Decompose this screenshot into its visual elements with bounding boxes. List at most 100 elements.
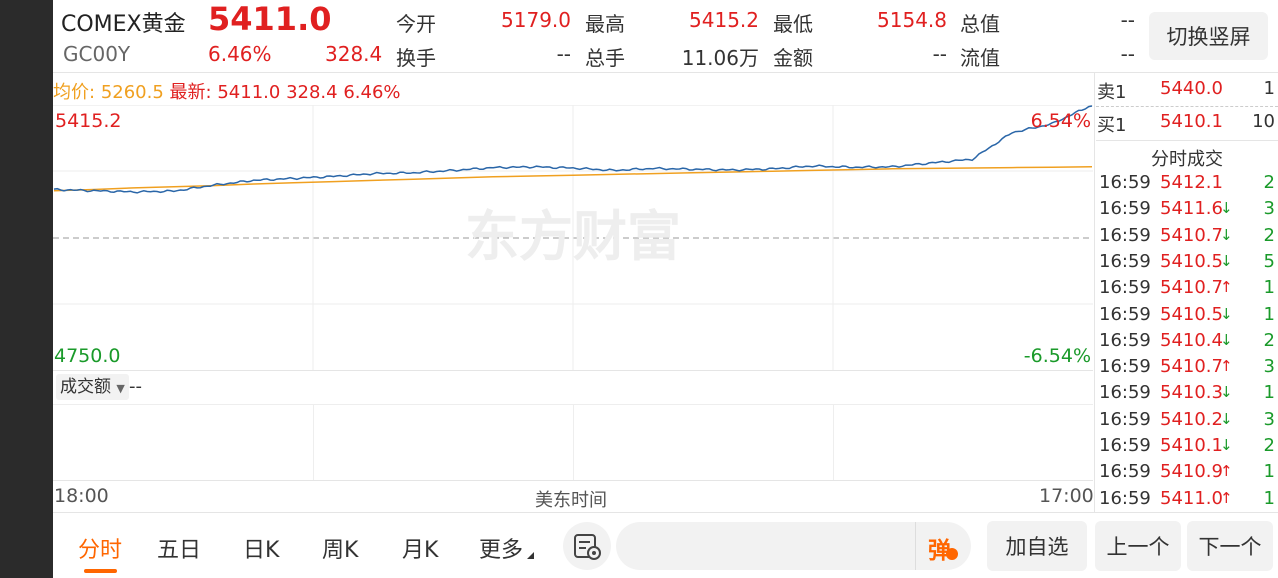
sell1-label: 卖1 <box>1097 82 1127 103</box>
trade-price: 5410.7 <box>1160 224 1223 246</box>
trade-price: 5410.7 <box>1160 277 1223 299</box>
trade-price: 5412.1 <box>1160 172 1223 193</box>
stat-label-float-value: 流值 <box>960 46 1000 70</box>
price-chart-svg: 东方财富 <box>53 105 1093 370</box>
trade-qty: 2 <box>1263 224 1275 246</box>
stat-label-low: 最低 <box>773 12 813 36</box>
note-icon[interactable] <box>563 522 611 570</box>
buy1-qty: 10 <box>1252 111 1275 132</box>
trade-qty: 1 <box>1263 382 1275 404</box>
arrow-up-icon: ↑ <box>1220 488 1233 507</box>
volume-value: -- <box>129 376 142 397</box>
stat-value-volume: 11.06万 <box>681 46 759 70</box>
trades-title: 分时成交 <box>1151 149 1223 170</box>
trade-qty: 2 <box>1263 329 1275 351</box>
next-button[interactable]: 下一个 <box>1187 521 1273 571</box>
trade-row: 16:59 5411.6 ↓ 3 <box>1096 198 1278 224</box>
buy1-label: 买1 <box>1097 115 1127 136</box>
add-watchlist-button[interactable]: 加自选 <box>987 521 1087 571</box>
x-mid-label: 美东时间 <box>535 490 607 511</box>
trade-price: 5410.2 <box>1160 408 1223 430</box>
trade-qty: 5 <box>1263 250 1275 272</box>
volume-selector[interactable]: 成交额 ▼ <box>56 374 129 400</box>
tab-weekly-k[interactable]: 周K <box>322 532 358 564</box>
tab-intraday[interactable]: 分时 <box>78 532 122 564</box>
note-icon-svg <box>574 534 601 560</box>
tab-monthly-k[interactable]: 月K <box>402 532 438 564</box>
trade-time: 16:59 <box>1099 408 1151 430</box>
volume-grid-v1 <box>313 404 314 480</box>
avg-latest-info: 均价: 5260.5 最新: 5411.0 328.4 6.46% <box>53 78 401 104</box>
stat-label-open: 今开 <box>396 12 436 36</box>
trade-time: 16:59 <box>1099 250 1151 272</box>
latest-change: 328.4 <box>286 82 338 103</box>
more-triangle-icon <box>527 552 534 559</box>
trade-time: 16:59 <box>1099 198 1151 220</box>
price-chart[interactable]: 东方财富 5415.2 4750.0 6.54% -6.54% <box>53 105 1093 370</box>
trade-price: 5410.3 <box>1160 382 1223 404</box>
trade-row: 16:59 5410.7 ↑ 3 <box>1096 356 1278 382</box>
avg-label: 均价: <box>53 82 96 103</box>
tab-five-day[interactable]: 五日 <box>157 532 201 564</box>
latest-percent: 6.46% <box>343 82 401 103</box>
trade-time: 16:59 <box>1099 435 1151 456</box>
instrument-code: GC00Y <box>63 42 131 66</box>
trade-time: 16:59 <box>1099 224 1151 246</box>
tab-more[interactable]: 更多 <box>479 532 523 564</box>
danmu-badge-icon <box>946 548 958 560</box>
stat-label-amount: 金额 <box>773 46 813 70</box>
stat-value-float-value: -- <box>1120 42 1135 66</box>
trade-price: 5410.4 <box>1160 329 1223 351</box>
trade-time: 16:59 <box>1099 277 1151 299</box>
trade-qty: 2 <box>1263 172 1275 193</box>
sell1-price: 5440.0 <box>1160 78 1223 99</box>
trade-row: 16:59 5410.7 ↓ 2 <box>1096 225 1278 251</box>
trades-divider <box>1096 140 1278 141</box>
trade-time: 16:59 <box>1099 329 1151 351</box>
trade-row: 16:59 5410.7 ↑ 1 <box>1096 277 1278 303</box>
stat-label-turnover: 换手 <box>396 46 436 70</box>
trade-price: 5410.1 <box>1160 435 1223 456</box>
change-value: 328.4 <box>325 42 383 66</box>
trade-price: 5411.0 <box>1160 487 1223 509</box>
trade-row: 16:59 5410.1 ↓ 2 <box>1096 435 1278 461</box>
y-max-label: 5415.2 <box>55 110 122 132</box>
latest-label: 最新: <box>169 82 212 103</box>
tab-intraday-underline <box>84 569 117 573</box>
volume-selector-label: 成交额 <box>60 377 111 397</box>
trade-row: 16:59 5410.2 ↓ 3 <box>1096 409 1278 435</box>
stat-value-amount: -- <box>932 42 947 66</box>
volume-grid-v3 <box>833 404 834 480</box>
y-min-label: 4750.0 <box>54 345 121 367</box>
danmu-toggle[interactable]: 弹 <box>915 522 972 570</box>
trade-price: 5411.6 <box>1160 198 1223 220</box>
arrow-up-icon: ↑ <box>1220 357 1233 376</box>
stat-value-low: 5154.8 <box>877 8 947 32</box>
trade-time: 16:59 <box>1099 461 1151 483</box>
trade-price: 5410.9 <box>1160 461 1223 483</box>
trade-row: 16:59 5410.4 ↓ 2 <box>1096 330 1278 356</box>
trade-row: 16:59 5410.9 ↑ 1 <box>1096 461 1278 487</box>
trade-price: 5410.5 <box>1160 250 1223 272</box>
change-percent: 6.46% <box>208 42 272 66</box>
avg-value: 5260.5 <box>100 82 164 103</box>
buy1-row: 买1 5410.1 10 <box>1096 111 1278 137</box>
trade-qty: 1 <box>1263 277 1275 299</box>
trade-time: 16:59 <box>1099 172 1151 193</box>
pct-top-label: 6.54% <box>1030 110 1091 132</box>
app-root: COMEX黄金 GC00Y 5411.0 6.46% 328.4 今开 5179… <box>53 0 1278 578</box>
trade-time: 16:59 <box>1099 487 1151 509</box>
bottom-divider <box>53 512 1278 513</box>
trade-price: 5410.5 <box>1160 303 1223 325</box>
trade-time: 16:59 <box>1099 356 1151 378</box>
trade-qty: 3 <box>1263 198 1275 220</box>
tab-daily-k[interactable]: 日K <box>243 532 279 564</box>
arrow-down-icon: ↓ <box>1220 225 1233 244</box>
arrow-down-icon: ↓ <box>1220 199 1233 218</box>
latest-value: 5411.0 <box>217 82 281 103</box>
trade-price: 5410.7 <box>1160 356 1223 378</box>
switch-portrait-button[interactable]: 切换竖屏 <box>1149 12 1268 60</box>
previous-button[interactable]: 上一个 <box>1095 521 1181 571</box>
arrow-up-icon: ↑ <box>1220 278 1233 297</box>
trade-time: 16:59 <box>1099 382 1151 404</box>
